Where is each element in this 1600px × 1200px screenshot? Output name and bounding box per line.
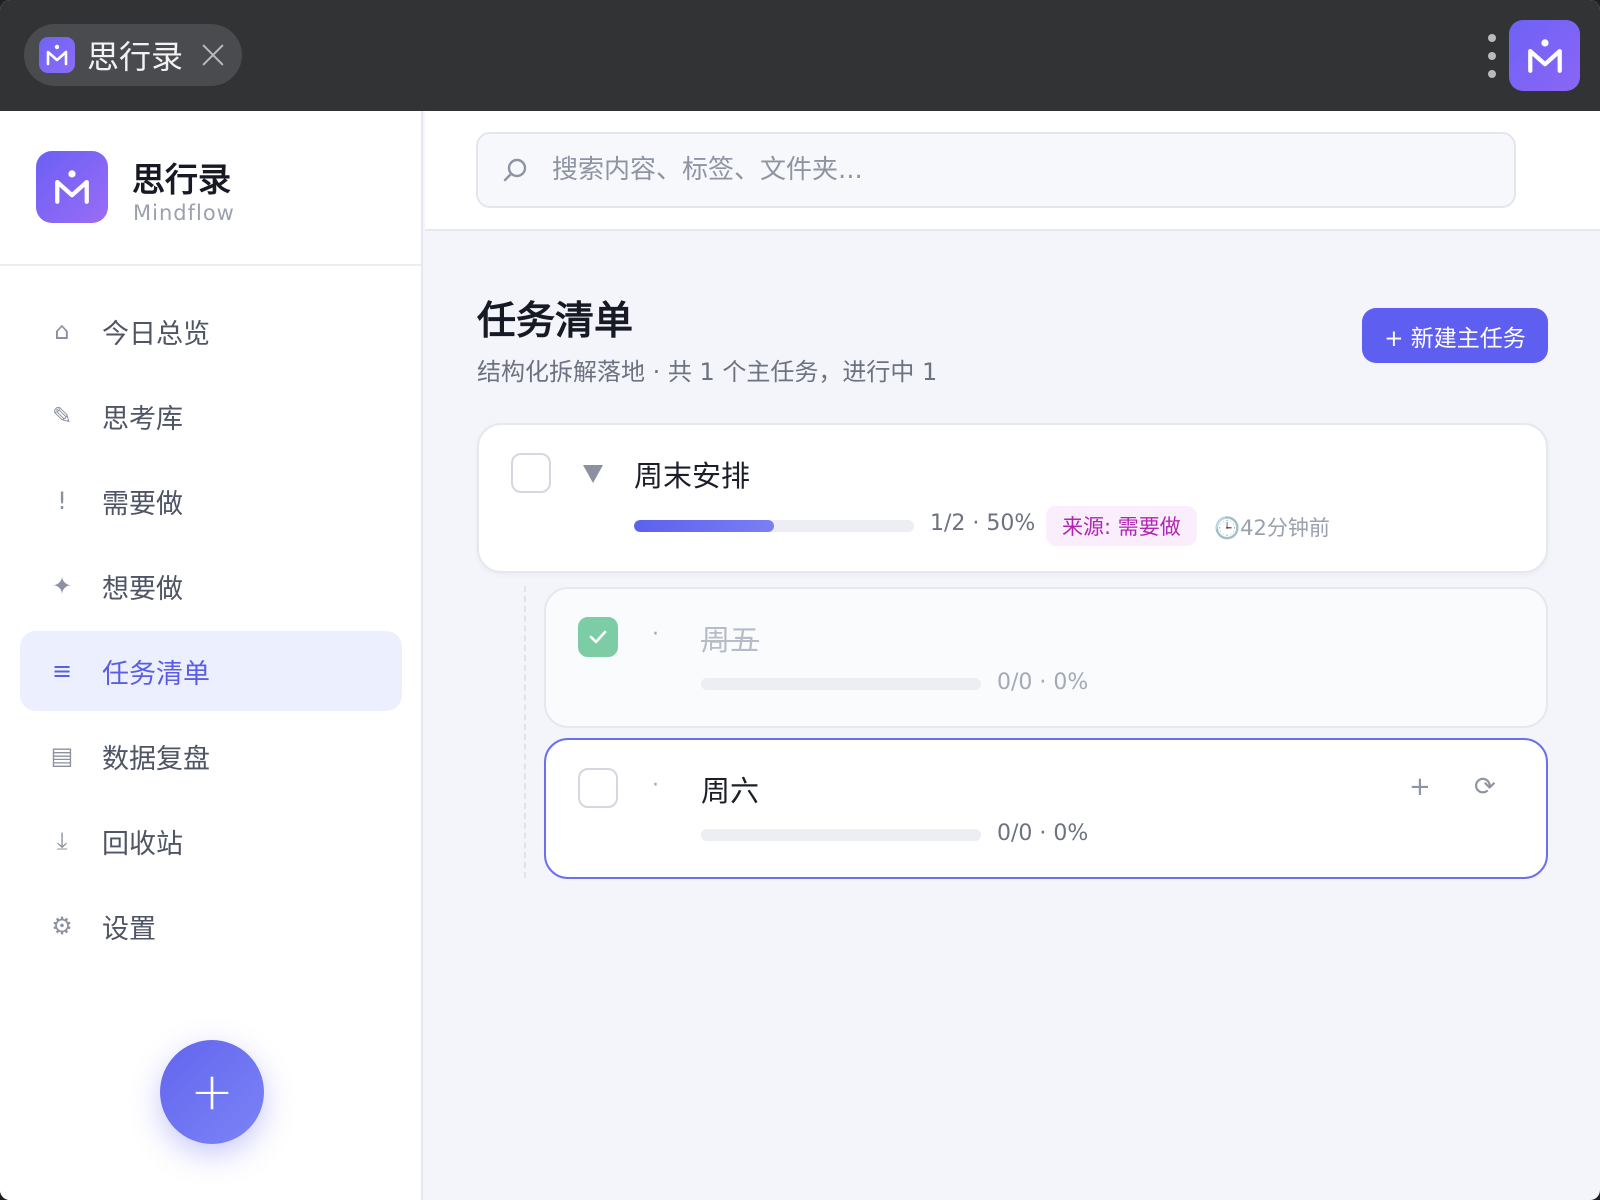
home-icon: ⌂	[54, 317, 70, 345]
window-tab[interactable]: 思行录	[24, 24, 242, 86]
sparkle-icon: ✦	[51, 572, 73, 600]
pencil-icon: ✎	[51, 402, 73, 430]
sidebar-item-7[interactable]: ⚙ 设置	[20, 886, 402, 966]
sidebar-item-label: 回收站	[102, 828, 183, 860]
sidebar-item-4[interactable]: ≡ 任务清单	[20, 631, 402, 711]
brand-name: 思行录	[132, 160, 231, 199]
bullet-dot-icon: ·	[652, 773, 659, 798]
task-checkbox[interactable]	[511, 453, 551, 493]
sidebar-item-3[interactable]: ✦ 想要做	[20, 546, 402, 626]
new-main-task-button[interactable]: + 新建主任务	[1362, 308, 1548, 363]
task-title[interactable]: 周末安排	[634, 453, 750, 495]
brand-header: 思行录 Mindflow	[0, 111, 421, 266]
subtask-progress-bar	[701, 829, 981, 841]
source-badge: 来源: 需要做	[1046, 506, 1197, 546]
trash-icon: ⤓	[56, 827, 68, 855]
mindflow-logo-icon	[39, 37, 75, 73]
task-time: 🕒42分钟前	[1214, 516, 1330, 540]
refresh-icon[interactable]: ⟳	[1474, 772, 1496, 802]
sidebar-item-label: 需要做	[102, 488, 183, 520]
title-bar: 思行录	[0, 0, 1600, 111]
sidebar-item-1[interactable]: ✎ 思考库	[20, 376, 402, 456]
exclamation-icon: !	[57, 487, 67, 515]
tab-title: 思行录	[87, 38, 184, 76]
subtask-checkbox[interactable]	[578, 768, 618, 808]
top-bar	[425, 111, 1600, 231]
subtask-tree-line	[524, 586, 526, 878]
chart-icon: ▤	[50, 742, 74, 770]
brand-subtitle: Mindflow	[133, 201, 235, 225]
task-progress-text: 1/2 · 50%	[930, 511, 1036, 536]
subtask-card-done[interactable]: · 周五 0/0 · 0%	[544, 587, 1548, 728]
sidebar-item-label: 想要做	[102, 573, 183, 605]
gear-icon: ⚙	[51, 912, 73, 940]
task-progress-fill	[634, 520, 774, 532]
sidebar-item-label: 数据复盘	[102, 743, 210, 775]
sidebar-item-2[interactable]: ! 需要做	[20, 461, 402, 541]
subtask-progress-text: 0/0 · 0%	[997, 821, 1089, 846]
sidebar-item-label: 任务清单	[102, 658, 210, 690]
subtask-title[interactable]: 周五	[701, 617, 759, 659]
page-subtitle: 结构化拆解落地 · 共 1 个主任务，进行中 1	[477, 358, 938, 386]
check-icon	[589, 630, 607, 644]
page-title: 任务清单	[477, 299, 634, 344]
task-progress-bar	[634, 520, 914, 532]
collapse-triangle-icon[interactable]	[583, 465, 603, 483]
sidebar-nav: ⌂ 今日总览 ✎ 思考库! 需要做 ✦ 想要做 ≡ 任务清单 ▤ 数据复盘 ⤓ 回收站 ⚙ 设置	[20, 291, 402, 971]
sidebar-item-label: 设置	[102, 913, 156, 945]
sidebar-item-0[interactable]: ⌂ 今日总览	[20, 291, 402, 371]
close-icon[interactable]	[199, 41, 227, 69]
add-subtask-icon[interactable]: +	[1409, 772, 1431, 802]
list-icon: ≡	[51, 657, 73, 685]
bullet-dot-icon: ·	[652, 622, 659, 647]
sidebar-item-6[interactable]: ⤓ 回收站	[20, 801, 402, 881]
app-window: 思行录 思行录 Mindflow ⌂ 今日总览 ✎ 思考库! 需要做 ✦ 想要做 ≡ 任务清单 ▤…	[0, 0, 1600, 1200]
search-input[interactable]	[552, 155, 1492, 185]
create-fab-button[interactable]: +	[160, 1040, 264, 1144]
brand-logo-icon	[36, 151, 108, 223]
app-logo-icon[interactable]	[1509, 20, 1580, 91]
sidebar-item-label: 思考库	[102, 403, 183, 435]
subtask-title[interactable]: 周六	[701, 768, 759, 810]
subtask-progress-bar	[701, 678, 981, 690]
sidebar: 思行录 Mindflow ⌂ 今日总览 ✎ 思考库! 需要做 ✦ 想要做 ≡ 任务清单 ▤ 数据复盘…	[0, 111, 423, 1200]
subtask-card-selected[interactable]: · 周六 0/0 · 0% + ⟳	[544, 738, 1548, 879]
subtask-progress-text: 0/0 · 0%	[997, 670, 1089, 695]
search-box[interactable]	[476, 132, 1516, 208]
search-icon	[503, 158, 527, 182]
more-vertical-icon[interactable]	[1487, 34, 1497, 78]
sidebar-item-label: 今日总览	[102, 318, 210, 350]
task-card-main[interactable]: 周末安排 1/2 · 50% 来源: 需要做 🕒42分钟前	[477, 423, 1548, 573]
sidebar-item-5[interactable]: ▤ 数据复盘	[20, 716, 402, 796]
subtask-checkbox-checked[interactable]	[578, 617, 618, 657]
